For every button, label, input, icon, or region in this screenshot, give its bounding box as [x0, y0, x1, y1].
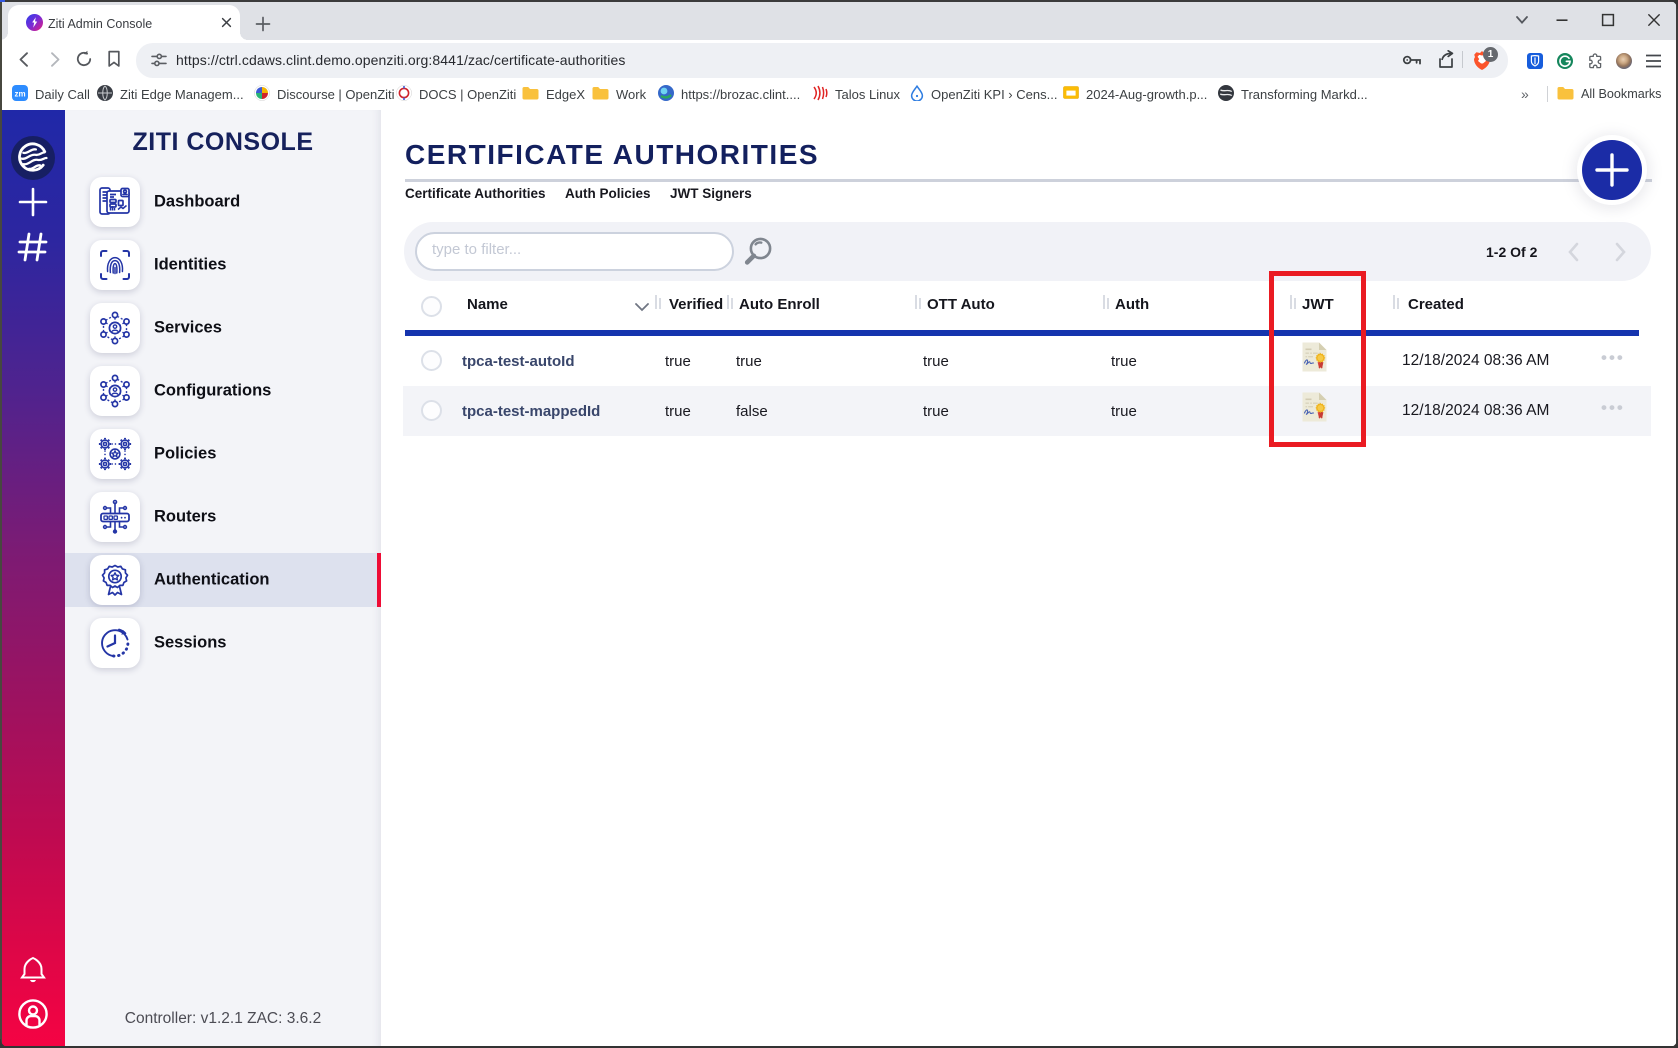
svg-text:zm: zm: [14, 89, 25, 98]
